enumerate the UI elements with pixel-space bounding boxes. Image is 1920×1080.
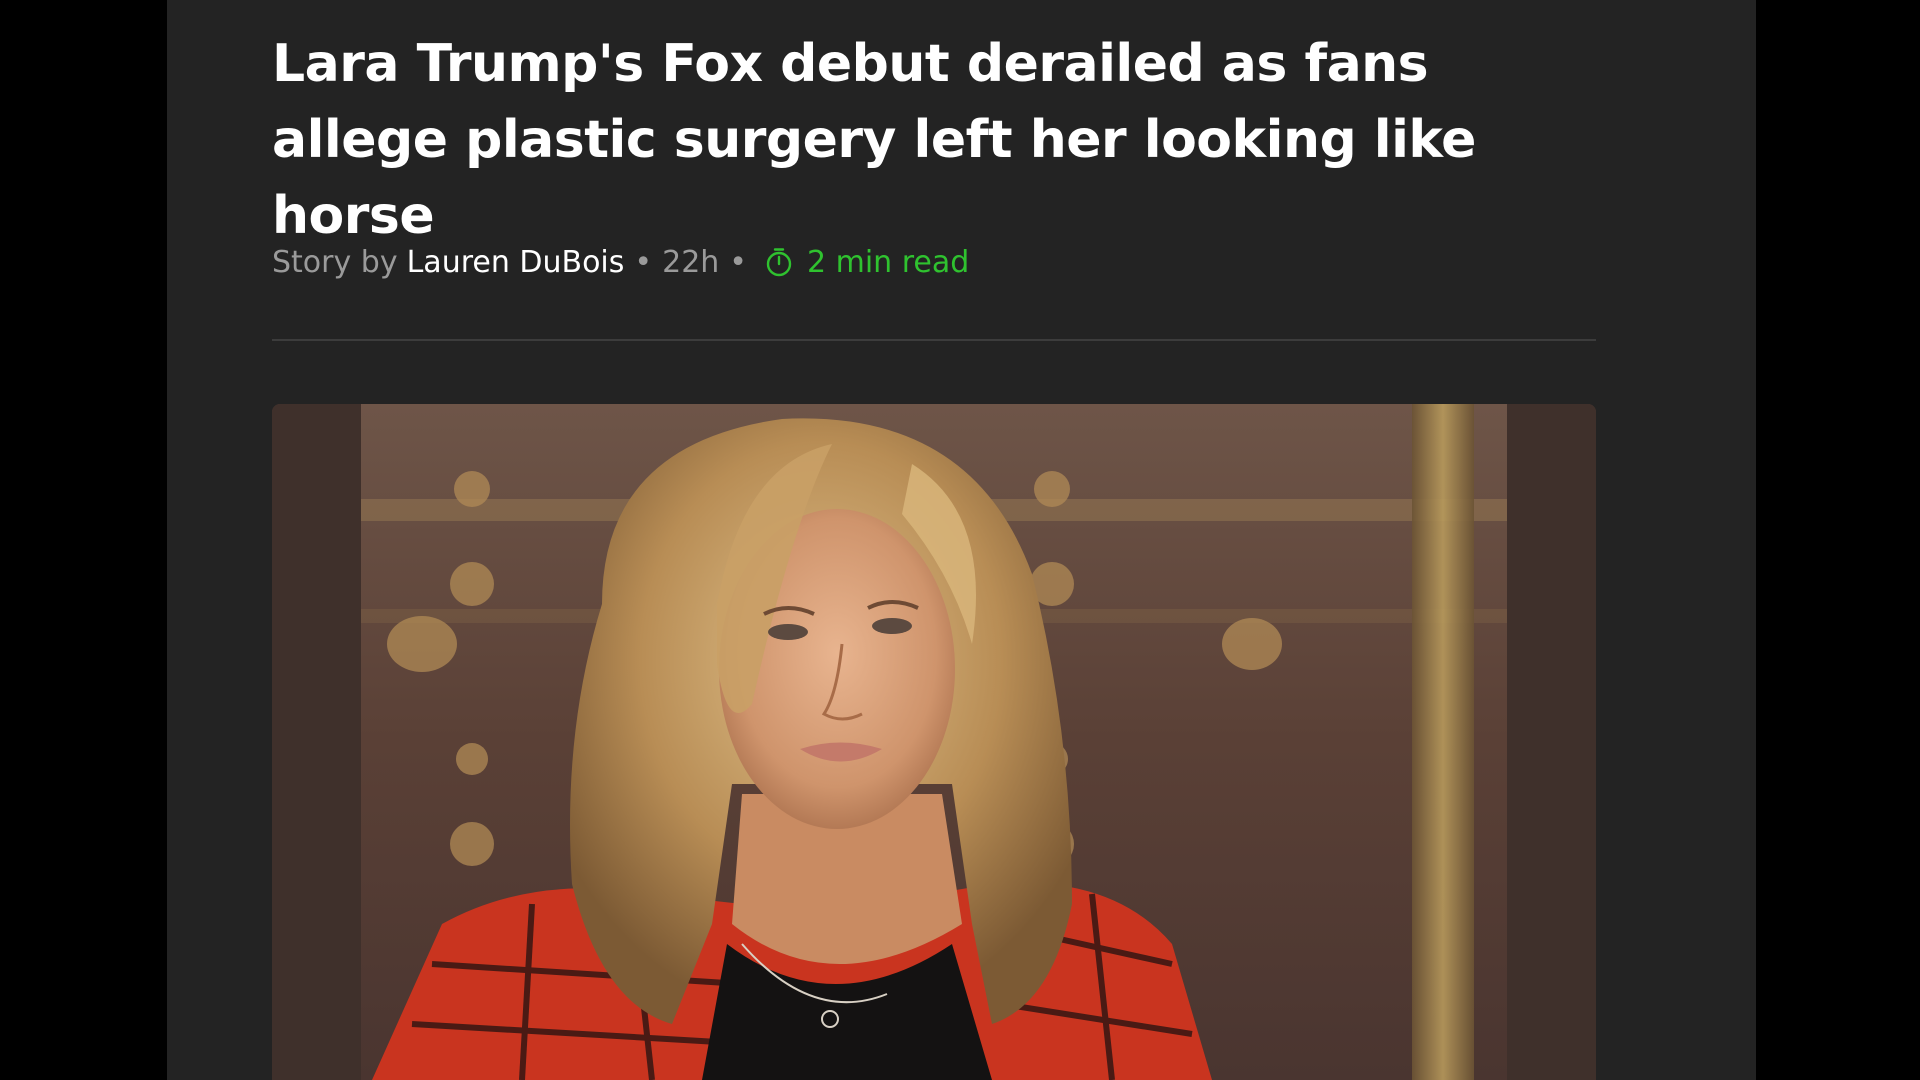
timer-icon — [763, 246, 795, 278]
article-page: Lara Trump's Fox debut derailed as fans … — [167, 0, 1756, 1080]
article-age: 22h — [662, 244, 720, 280]
author-link[interactable]: Lauren DuBois — [407, 245, 625, 280]
hero-image[interactable] — [272, 404, 1596, 1080]
byline-separator: • — [729, 244, 747, 280]
article-headline: Lara Trump's Fox debut derailed as fans … — [272, 34, 1476, 246]
hero-photo — [272, 404, 1596, 1080]
divider — [272, 339, 1596, 341]
read-time: 2 min read — [763, 245, 969, 280]
read-time-label: 2 min read — [807, 244, 970, 280]
byline-separator: • — [634, 244, 653, 280]
byline-prefix: Story by — [272, 244, 398, 280]
byline: Story by Lauren DuBois • 22h • 2 min rea… — [272, 240, 969, 284]
